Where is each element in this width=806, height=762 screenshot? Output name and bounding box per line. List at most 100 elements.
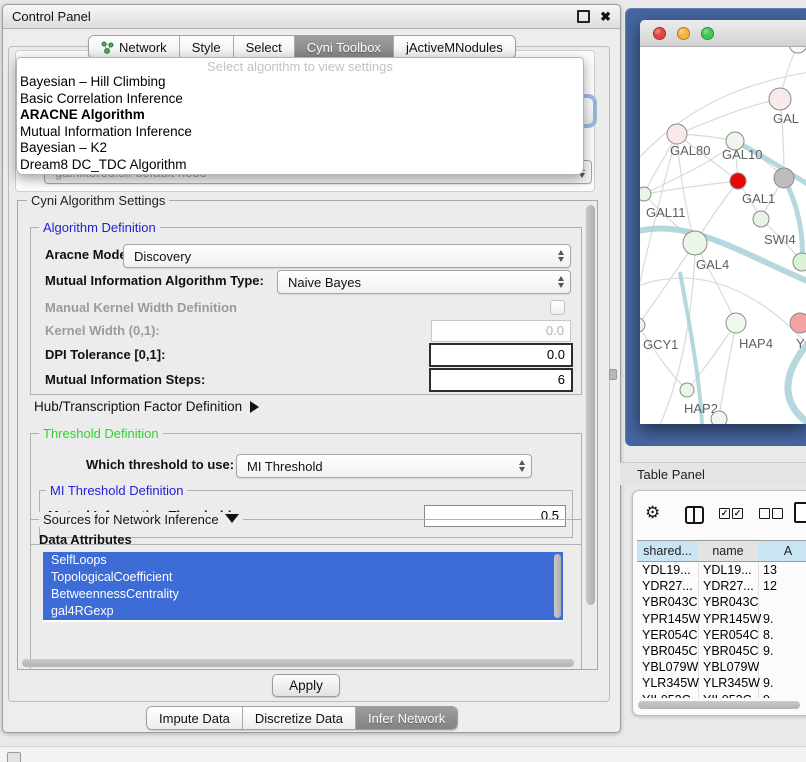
tab-label: Infer Network (368, 711, 445, 726)
table-cell: YER054C (642, 627, 698, 643)
network-edge[interactable] (640, 325, 687, 390)
hub-section-header[interactable]: Hub/Transcription Factor Definition (34, 399, 259, 414)
table-cell: 9. (763, 675, 773, 691)
algorithm-option-mutual-information-inference[interactable]: Mutual Information Inference (17, 124, 583, 141)
column-header-shared[interactable]: shared... (637, 541, 699, 561)
table-cell: YDL19... (703, 562, 752, 578)
network-node[interactable] (789, 47, 806, 53)
mi-algorithm-type-combobox[interactable]: Naive Bayes (277, 270, 571, 294)
network-canvas[interactable]: GALGAL80GAL10GAL1GAL11GAL4SWI4GCY1HAP4YH… (640, 47, 806, 424)
tab-select[interactable]: Select (234, 36, 295, 58)
tab-jactivemnodules[interactable]: jActiveMNodules (394, 36, 515, 58)
mac-minimize-icon[interactable] (677, 27, 690, 40)
unchecked-box-icon[interactable] (772, 508, 783, 519)
network-node[interactable] (730, 173, 746, 189)
table-horizontal-scrollbar[interactable] (638, 701, 800, 709)
table-row[interactable]: YDL19...YDL19...13 (637, 562, 806, 578)
tab-infer-network[interactable]: Infer Network (356, 707, 457, 729)
table-cell: 13 (763, 562, 777, 578)
aracne-mode-combobox[interactable]: Discovery (123, 244, 571, 268)
network-node-gcy1[interactable] (640, 318, 645, 332)
mac-close-icon[interactable] (653, 27, 666, 40)
which-threshold-combobox[interactable]: MI Threshold (236, 454, 532, 478)
network-node-gal80[interactable] (667, 124, 687, 144)
manual-kernel-width-checkbox[interactable] (550, 300, 565, 315)
table-row[interactable]: YDR27...YDR27...12 (637, 578, 806, 594)
data-attributes-list[interactable]: SelfLoopsTopologicalCoefficientBetweenne… (43, 552, 563, 622)
table-row[interactable]: YBR045CYBR045C9. (637, 643, 806, 659)
tab-discretize-data[interactable]: Discretize Data (243, 707, 356, 729)
dpi-tolerance-field[interactable]: 0.0 (429, 343, 573, 367)
unchecked-box-icon[interactable] (759, 508, 770, 519)
attribute-item-topologicalcoefficient[interactable]: TopologicalCoefficient (43, 569, 563, 586)
network-node-hap2[interactable] (680, 383, 694, 397)
network-node-gal11[interactable] (640, 187, 651, 201)
algorithm-option-dream8-dc-tdc-algorithm[interactable]: Dream8 DC_TDC Algorithm (17, 157, 583, 174)
table-cell: YBR045C (642, 643, 698, 659)
network-node-gal4[interactable] (683, 231, 707, 255)
kernel-width-field[interactable]: 0.0 (431, 320, 571, 342)
split-columns-icon[interactable] (685, 506, 704, 524)
table-row[interactable]: YER054CYER054C8. (637, 627, 806, 643)
network-node[interactable] (774, 168, 794, 188)
network-edge[interactable] (677, 99, 780, 134)
table-row[interactable]: YBL079WYBL079W (637, 659, 806, 675)
checked-box-icon[interactable]: ✓ (719, 508, 730, 519)
tab-cyni-toolbox[interactable]: Cyni Toolbox (295, 36, 394, 58)
mac-zoom-icon[interactable] (701, 27, 714, 40)
network-node-gal1[interactable] (753, 211, 769, 227)
close-icon[interactable]: ✖ (600, 12, 611, 22)
network-edge-thick[interactable] (784, 178, 802, 262)
tab-impute-data[interactable]: Impute Data (147, 707, 243, 729)
tab-label: Style (192, 40, 221, 55)
minimized-panel-icon[interactable] (7, 752, 21, 762)
node-label: GAL1 (742, 191, 775, 206)
attribute-item-selfloops[interactable]: SelfLoops (43, 552, 563, 569)
settings-vertical-scrollbar[interactable] (586, 205, 595, 605)
mi-algorithm-type-value: Naive Bayes (288, 275, 361, 290)
network-node-swi4[interactable] (793, 253, 806, 271)
network-window-titlebar (640, 20, 806, 47)
sources-legend-wrap[interactable]: Sources for Network Inference (39, 512, 243, 527)
apply-button[interactable]: Apply (272, 674, 340, 697)
table-row[interactable]: YBR043CYBR043C (637, 594, 806, 610)
algorithm-option-aracne-algorithm[interactable]: ARACNE Algorithm (17, 107, 583, 124)
node-label: HAP4 (739, 336, 773, 351)
network-node[interactable] (711, 411, 727, 424)
gear-icon[interactable]: ⚙ (645, 504, 660, 521)
kernel-width-label: Kernel Width (0,1): (45, 323, 160, 338)
algorithm-option-bayesian-k2[interactable]: Bayesian – K2 (17, 140, 583, 157)
hub-section-label: Hub/Transcription Factor Definition (34, 399, 242, 414)
table-row[interactable]: YLR345WYLR345W9. (637, 675, 806, 691)
attribute-item-betweennesscentrality[interactable]: BetweennessCentrality (43, 586, 563, 603)
tab-style[interactable]: Style (180, 36, 234, 58)
network-edge[interactable] (719, 323, 736, 419)
table-cell: 9. (763, 611, 773, 627)
table-cell: 12 (763, 578, 777, 594)
network-icon (101, 41, 114, 54)
new-table-icon[interactable] (794, 502, 806, 523)
mi-steps-field[interactable]: 6 (429, 368, 573, 392)
list-vertical-scrollbar[interactable] (554, 554, 561, 618)
checked-box-icon[interactable]: ✓ (732, 508, 743, 519)
table-cell: YBR043C (703, 594, 759, 610)
split-pane-grabber[interactable] (609, 369, 617, 380)
settings-horizontal-scrollbar[interactable] (22, 659, 574, 667)
column-header-a[interactable]: A (758, 541, 806, 561)
table-cell: YDR27... (642, 578, 693, 594)
network-node-gal[interactable] (769, 88, 791, 110)
table-row[interactable]: YPR145WYPR145W9. (637, 611, 806, 627)
network-edge-thick[interactable] (788, 339, 806, 423)
apply-button-label: Apply (289, 678, 323, 693)
table-row[interactable]: YIL052CYIL052C9. (637, 692, 806, 699)
node-label: GAL (773, 111, 799, 126)
tab-network[interactable]: Network (89, 36, 180, 58)
algorithm-option-bayesian-hill-climbing[interactable]: Bayesian – Hill Climbing (17, 74, 583, 91)
attribute-item-gal4rgexp[interactable]: gal4RGexp (43, 603, 563, 620)
float-window-icon[interactable] (577, 10, 590, 23)
algorithm-option-basic-correlation-inference[interactable]: Basic Correlation Inference (17, 91, 583, 108)
network-node-y[interactable] (790, 313, 806, 333)
combo-stepper-icon (511, 460, 525, 472)
network-node-hap4[interactable] (726, 313, 746, 333)
column-header-name[interactable]: name (698, 541, 759, 561)
